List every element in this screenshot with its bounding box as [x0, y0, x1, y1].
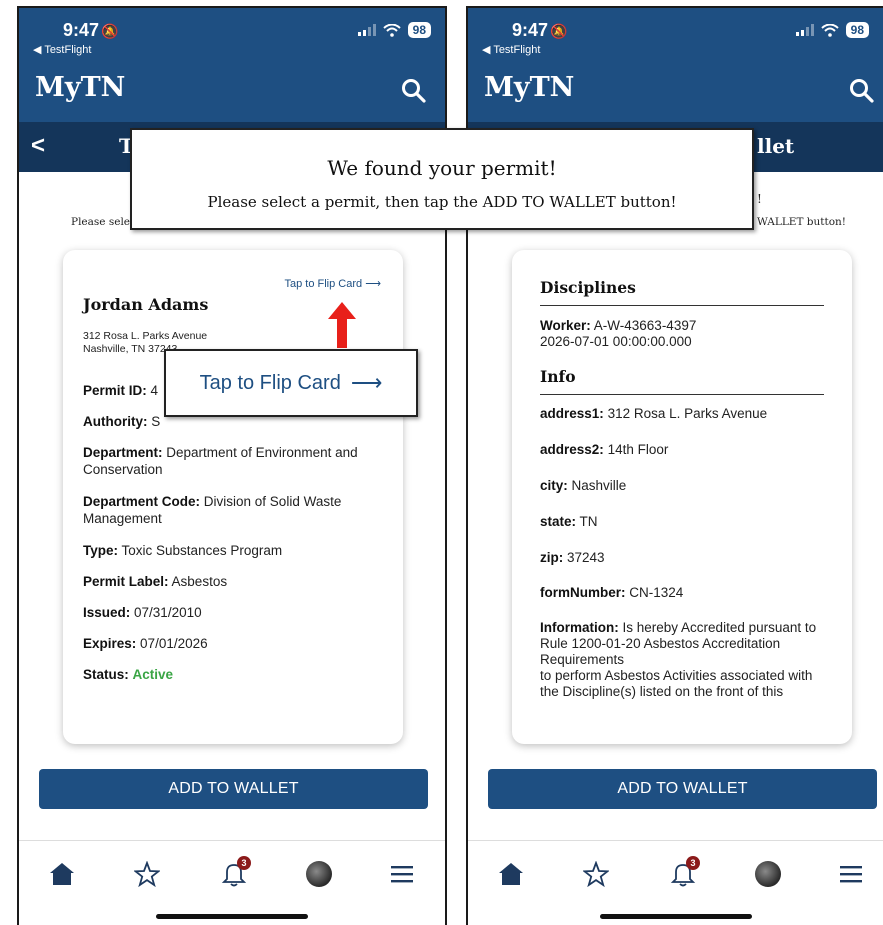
app-brand: MyTN [484, 72, 575, 103]
wifi-icon [820, 23, 839, 37]
avatar [306, 861, 332, 887]
zip-field: zip: 37243 [540, 550, 605, 565]
app-header: 9:47 🔕 ◀ TestFlight 98 MyTN [19, 8, 445, 122]
expires-field: Expires: 07/01/2026 [83, 636, 208, 651]
page-title: llet [757, 134, 795, 158]
home-indicator [156, 914, 308, 919]
back-to-testflight[interactable]: ◀ TestFlight [33, 43, 91, 56]
arrow-right-icon: ⟶ [350, 370, 383, 395]
worker-field: Worker: A-W-43663-4397 2026-07-01 00:00:0… [540, 318, 697, 349]
tab-profile[interactable] [753, 859, 783, 889]
address1-field: address1: 312 Rosa L. Parks Avenue [540, 406, 768, 421]
callout-label: Tap to Flip Card [199, 371, 341, 394]
tab-favorites[interactable] [581, 859, 611, 889]
home-icon [499, 863, 523, 885]
state-field: state: TN [540, 514, 598, 529]
disciplines-heading: Disciplines [540, 278, 824, 306]
permit-holder-name: Jordan Adams [83, 295, 209, 314]
silent-icon: 🔕 [101, 23, 119, 39]
back-chevron-icon[interactable]: < [31, 132, 45, 160]
address2-field: address2: 14th Floor [540, 442, 669, 457]
form-number-field: formNumber: CN-1324 [540, 585, 684, 600]
information-field: Information: Is hereby Accredited pursua… [540, 620, 817, 699]
app-header: 9:47 🔕 ◀ TestFlight 98 MyTN [468, 8, 883, 122]
tab-notifications[interactable]: 3 [219, 856, 251, 889]
star-icon [583, 861, 609, 887]
permit-card-back[interactable]: Disciplines Worker: A-W-43663-4397 2026-0… [512, 250, 852, 744]
add-to-wallet-button[interactable]: ADD TO WALLET [488, 769, 877, 809]
wifi-icon [382, 23, 401, 37]
menu-icon [840, 866, 862, 883]
status-time: 9:47 🔕 [512, 20, 568, 40]
permit-label-field: Permit Label: Asbestos [83, 574, 228, 589]
instruction-text: Please selec [71, 216, 136, 228]
add-to-wallet-button[interactable]: ADD TO WALLET [39, 769, 428, 809]
tab-menu[interactable] [387, 859, 417, 889]
signal-icon [795, 24, 814, 36]
notification-badge: 3 [686, 856, 700, 870]
permit-found-dialog: We found your permit! Please select a pe… [130, 128, 754, 230]
arrow-right-icon: ⟶ [365, 278, 381, 290]
notification-badge: 3 [237, 856, 251, 870]
home-indicator [599, 914, 752, 919]
status-field: Status: Active [83, 667, 174, 682]
tab-notifications[interactable]: 3 [668, 856, 700, 889]
app-brand: MyTN [35, 72, 126, 103]
tab-home[interactable] [47, 859, 77, 889]
tab-home[interactable] [496, 859, 526, 889]
tab-profile[interactable] [304, 859, 334, 889]
tab-menu[interactable] [836, 859, 866, 889]
instruction-text: WALLET button! [757, 216, 847, 228]
star-icon [134, 861, 160, 887]
home-icon [50, 863, 74, 885]
issued-field: Issued: 07/31/2010 [83, 605, 202, 620]
department-field: Department: Department of Environment an… [83, 445, 358, 477]
flip-card-link[interactable]: Tap to Flip Card ⟶ [285, 277, 382, 290]
silent-icon: 🔕 [550, 23, 568, 39]
back-to-testflight[interactable]: ◀ TestFlight [482, 43, 540, 56]
status-icons: 98 [795, 22, 869, 38]
tab-bar: 3 [19, 840, 445, 925]
dialog-title: We found your permit! [327, 156, 557, 180]
city-field: city: Nashville [540, 478, 627, 493]
tab-bar: 3 [468, 840, 883, 925]
avatar [755, 861, 781, 887]
annotation-arrow-icon [328, 302, 356, 348]
status-icons: 98 [357, 22, 431, 38]
status-badge: Active [132, 667, 174, 682]
tab-favorites[interactable] [132, 859, 162, 889]
menu-icon [391, 866, 413, 883]
department-code-field: Department Code: Division of Solid Waste… [83, 494, 342, 526]
dialog-message: Please select a permit, then tap the ADD… [207, 193, 677, 211]
search-icon[interactable] [401, 78, 427, 104]
battery-indicator: 98 [845, 22, 869, 38]
status-time: 9:47 🔕 [63, 20, 119, 40]
signal-icon [357, 24, 376, 36]
flip-card-callout: Tap to Flip Card ⟶ [164, 349, 418, 417]
search-icon[interactable] [849, 78, 875, 104]
type-field: Type: Toxic Substances Program [83, 543, 283, 558]
info-heading: Info [540, 367, 824, 395]
battery-indicator: 98 [407, 22, 431, 38]
instruction-title-fragment: ! [757, 192, 762, 206]
